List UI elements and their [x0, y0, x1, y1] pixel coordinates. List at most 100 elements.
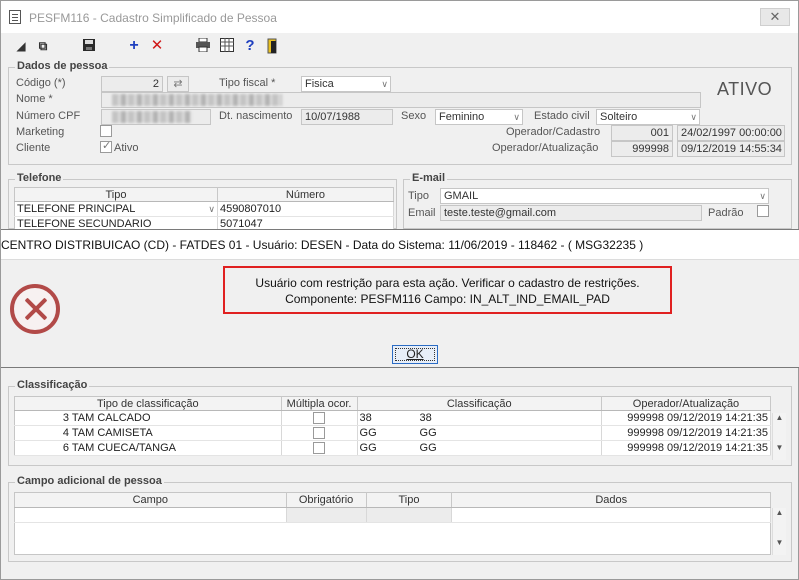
marketing-checkbox[interactable] [100, 125, 112, 137]
ok-button[interactable]: OK [392, 345, 438, 364]
redacted-name [112, 94, 282, 106]
row-tipo: TAM CUECA/TANGA [71, 442, 176, 454]
exit-icon[interactable] [265, 38, 281, 54]
row-tipo: TAM CAMISETA [71, 427, 153, 439]
tipo-classificacao-cell[interactable]: 3 TAM CALCADO [14, 410, 282, 426]
dados-cell[interactable] [451, 507, 771, 524]
tipo-classificacao-cell[interactable]: 4 TAM CAMISETA [14, 425, 282, 441]
add-icon[interactable]: + [126, 38, 142, 54]
cpf-label: Número CPF [16, 110, 81, 122]
main-window: PESFM116 - Cadastro Simplificado de Pess… [0, 0, 799, 580]
row-op: 999998 [627, 427, 664, 439]
ativo-checkbox[interactable] [100, 139, 112, 153]
scroll-down-icon[interactable]: ▼ [773, 538, 786, 547]
marketing-label: Marketing [16, 126, 65, 138]
tipo-classificacao-cell[interactable]: 6 TAM CUECA/TANGA [14, 440, 282, 456]
estado-civil-select[interactable]: Solteiro ∨ [596, 109, 700, 125]
table-row[interactable]: 4 TAM CAMISETA GG GG 999998 09/12/2019 14… [14, 425, 772, 441]
scroll-down-icon[interactable]: ▼ [773, 443, 786, 452]
tipo-fiscal-select[interactable]: Fisica ∨ [301, 76, 391, 92]
delete-icon[interactable]: ✕ [149, 38, 165, 54]
email-tipo-select[interactable]: GMAIL ∨ [440, 188, 769, 204]
classificacao-table: Tipo de classificação Múltipla ocor. Cla… [14, 396, 772, 456]
operador-cell: 999998 09/12/2019 14:21:35 [601, 410, 772, 426]
error-icon [10, 284, 60, 334]
telefone-table: Tipo Número TELEFONE PRINCIPAL ∨ 45908070… [14, 187, 395, 232]
copy-icon[interactable]: ⧉ [35, 38, 51, 54]
row-date: 09/12/2019 14:21:35 [667, 442, 768, 454]
multipla-ocor-cell[interactable] [281, 425, 358, 441]
row-code: GG [359, 442, 377, 454]
nome-field[interactable] [101, 92, 701, 108]
row-classif: 38 [419, 412, 432, 424]
close-button[interactable]: ✕ [760, 8, 790, 26]
telefone-numero-cell[interactable]: 4590807010 [217, 201, 395, 217]
operador-atualizacao-code: 999998 [611, 141, 673, 157]
operador-atualizacao-label: Operador/Atualização [492, 142, 599, 154]
grid-icon[interactable] [219, 38, 235, 54]
campo-scrollbar[interactable]: ▲ ▼ [772, 508, 786, 555]
status-badge: ATIVO [717, 79, 773, 99]
classificacao-cell[interactable]: 38 38 [357, 410, 602, 426]
estado-civil-value: Solteiro [600, 111, 638, 123]
dt-nascimento-field[interactable]: 10/07/1988 [301, 109, 393, 125]
save-icon[interactable] [81, 38, 97, 54]
scroll-up-icon[interactable]: ▲ [773, 508, 786, 517]
error-dialog: CENTRO DISTRIBUICAO (CD) - FATDES 01 - U… [1, 229, 799, 368]
row-number: 4 [62, 427, 69, 439]
nome-label: Nome * [16, 93, 53, 105]
row-code: GG [359, 427, 377, 439]
col-multipla-ocor: Múltipla ocor. [281, 396, 358, 411]
campo-adicional-title: Campo adicional de pessoa [15, 475, 164, 487]
multipla-ocor-checkbox[interactable] [313, 427, 326, 439]
tipo-fiscal-value: Fisica [305, 78, 334, 90]
row-classif: GG [419, 442, 437, 454]
classificacao-cell[interactable]: GG GG [357, 425, 602, 441]
sexo-select[interactable]: Feminino ∨ [435, 109, 523, 125]
empty-area [15, 523, 771, 555]
email-group: E-mail [403, 172, 792, 229]
row-number: 6 [62, 442, 69, 454]
multipla-ocor-checkbox[interactable] [313, 442, 326, 454]
chevron-down-icon: ∨ [513, 112, 520, 122]
classificacao-title: Classificação [15, 379, 90, 391]
col-obrigatorio: Obrigatório [286, 492, 367, 508]
table-row[interactable] [14, 507, 771, 524]
tipo-cell [366, 507, 453, 524]
padrao-checkbox[interactable] [757, 205, 769, 217]
ok-button-label: OK [406, 347, 424, 361]
multipla-ocor-cell[interactable] [281, 410, 358, 426]
scroll-up-icon[interactable]: ▲ [773, 413, 786, 422]
multipla-ocor-cell[interactable] [281, 440, 358, 456]
cpf-field[interactable] [101, 109, 211, 125]
table-row[interactable]: 6 TAM CUECA/TANGA GG GG 999998 09/12/2019… [14, 440, 772, 456]
error-message-line2: Componente: PESFM116 Campo: IN_ALT_IND_E… [285, 292, 610, 306]
col-campo: Campo [14, 492, 287, 508]
row-date: 09/12/2019 14:21:35 [667, 427, 768, 439]
navigate-icon[interactable]: ◢ [13, 38, 29, 54]
classificacao-cell[interactable]: GG GG [357, 440, 602, 456]
print-icon[interactable] [195, 37, 211, 54]
chevron-down-icon: ∨ [381, 79, 388, 89]
row-code: 38 [359, 412, 372, 424]
operador-cadastro-date: 24/02/1997 00:00:00 [677, 125, 785, 141]
campo-cell[interactable] [14, 507, 287, 524]
close-icon: ✕ [769, 9, 781, 24]
table-row[interactable]: 3 TAM CALCADO 38 38 999998 09/12/2019 14:… [14, 410, 772, 426]
codigo-field[interactable]: 2 [101, 76, 163, 92]
padrao-label: Padrão [708, 207, 744, 219]
table-row[interactable]: TELEFONE PRINCIPAL ∨ 4590807010 [14, 201, 395, 217]
help-icon[interactable]: ? [242, 38, 258, 54]
document-icon [9, 10, 21, 24]
col-operador-atualizacao: Operador/Atualização [601, 396, 772, 411]
search-lookup-button[interactable]: ⇄ [167, 76, 189, 92]
multipla-ocor-checkbox[interactable] [313, 412, 326, 424]
tipo-fiscal-label: Tipo fiscal * [219, 77, 276, 89]
dialog-title: CENTRO DISTRIBUICAO (CD) - FATDES 01 - U… [1, 230, 799, 260]
redacted-cpf [112, 111, 192, 123]
email-field[interactable]: teste.teste@gmail.com [440, 205, 702, 221]
telefone-tipo-cell[interactable]: TELEFONE PRINCIPAL ∨ [14, 201, 218, 217]
classificacao-scrollbar[interactable]: ▲ ▼ [772, 413, 786, 460]
row-op: 999998 [627, 442, 664, 454]
toolbar: ◢ ⧉ + ✕ ? [1, 34, 798, 58]
